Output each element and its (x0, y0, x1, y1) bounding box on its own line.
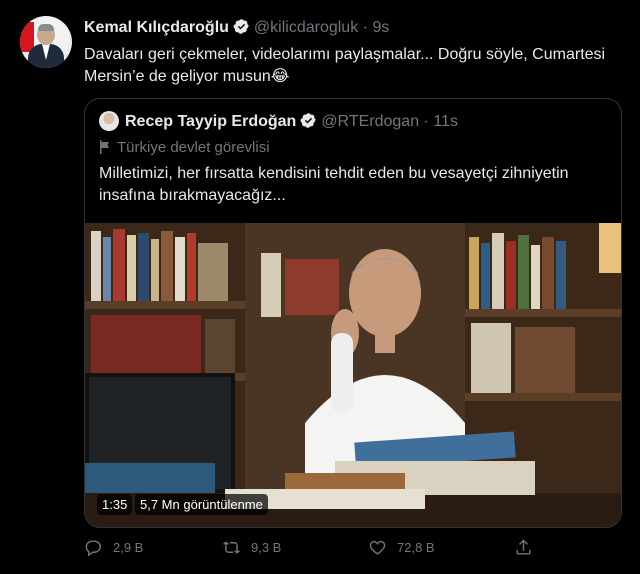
tweet-header: Kemal Kılıçdaroğlu @kilicdarogluk · 9s (84, 18, 389, 37)
verified-icon (233, 19, 249, 34)
quoted-tweet-time[interactable]: 11s (433, 113, 458, 130)
action-bar: 2,9 B 9,3 B 72,8 B (84, 538, 624, 562)
video-frame (85, 223, 621, 527)
share-button[interactable] (514, 538, 543, 557)
tweet-time[interactable]: 9s (372, 19, 389, 36)
quoted-header-separator: · (423, 113, 429, 130)
tweet-text: Davaları geri çekmeler, videolarımı payl… (84, 46, 606, 85)
video-views: 5,7 Mn görüntülenme (135, 494, 268, 515)
retweet-button[interactable]: 9,3 B (222, 538, 281, 557)
state-affiliation-text: Türkiye devlet görevlisi (117, 139, 270, 156)
retweet-count: 9,3 B (251, 540, 282, 555)
author-avatar[interactable] (20, 16, 72, 68)
verified-icon (300, 113, 317, 128)
author-name[interactable]: Kemal Kılıçdaroğlu (84, 19, 229, 36)
like-count: 72,8 B (397, 540, 435, 555)
quoted-tweet[interactable]: Recep Tayyip Erdoğan @RTErdogan · 11s Tür… (84, 98, 622, 528)
video-duration: 1:35 (97, 494, 133, 515)
quoted-tweet-header: Recep Tayyip Erdoğan @RTErdogan · 11s (125, 112, 458, 131)
author-handle[interactable]: @kilicdarogluk (254, 19, 358, 36)
video-player[interactable]: 1:35 5,7 Mn görüntülenme (85, 223, 621, 527)
flag-icon (100, 140, 109, 154)
quoted-author-handle[interactable]: @RTErdogan (321, 113, 419, 130)
reply-icon (85, 540, 101, 557)
reply-button[interactable]: 2,9 B (84, 538, 143, 557)
like-icon (369, 540, 386, 555)
like-button[interactable]: 72,8 B (368, 538, 435, 557)
quoted-tweet-text: Milletimizi, her fırsatta kendisini tehd… (99, 165, 569, 204)
state-affiliation-label: Türkiye devlet görevlisi (99, 139, 270, 156)
quoted-author-avatar[interactable] (99, 111, 119, 131)
retweet-icon (223, 541, 240, 554)
tweet[interactable]: Kemal Kılıçdaroğlu @kilicdarogluk · 9s Da… (0, 0, 640, 574)
reply-count: 2,9 B (113, 540, 144, 555)
share-icon (516, 539, 531, 555)
header-separator: · (362, 19, 368, 36)
quoted-author-name[interactable]: Recep Tayyip Erdoğan (125, 113, 296, 130)
